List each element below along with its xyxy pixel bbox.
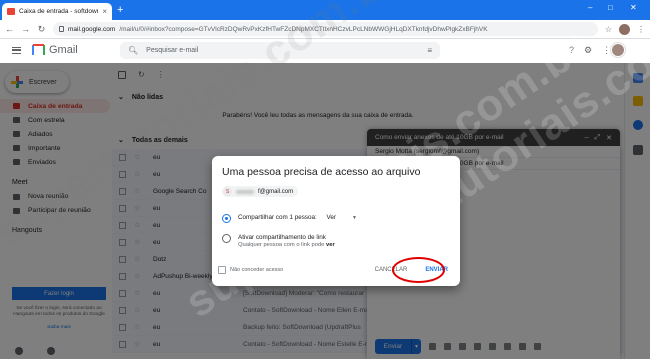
dialog-title: Uma pessoa precisa de acesso ao arquivo [222, 166, 421, 178]
main-menu-icon[interactable] [12, 47, 21, 54]
search-bar[interactable]: 🔍︎ Pesquisar e-mail ≡ [120, 42, 440, 59]
share-person-radio[interactable] [222, 214, 231, 223]
new-tab-button[interactable]: + [117, 4, 123, 16]
gmail-wordmark: Gmail [49, 44, 78, 56]
share-link-label: Ativar compartilhamento de link [238, 234, 326, 241]
permission-select[interactable]: Ver [327, 214, 336, 221]
browser-tab[interactable]: Caixa de entrada - softdownlo: × [2, 3, 112, 20]
browser-menu-icon[interactable]: ⋮ [637, 25, 645, 34]
window-minimize-button[interactable]: – [588, 3, 592, 12]
no-access-label[interactable]: Não conceder acesso [230, 267, 375, 273]
browser-tabstrip: Caixa de entrada - softdownlo: × + – □ ✕ [0, 0, 650, 20]
settings-gear-icon[interactable]: ⚙ [584, 45, 592, 56]
account-avatar[interactable] [611, 43, 625, 57]
tab-title: Caixa de entrada - softdownlo: [19, 8, 98, 15]
share-with-person-option[interactable]: Compartilhar com 1 pessoa: Ver ▼ [222, 214, 357, 223]
forward-icon[interactable]: → [21, 24, 30, 34]
share-link-sub-bold: ver [326, 242, 335, 248]
highlight-circle [392, 257, 445, 283]
search-placeholder: Pesquisar e-mail [146, 47, 199, 54]
recipient-chip: S f@gmail.com [222, 186, 299, 197]
help-icon[interactable]: ? [569, 45, 574, 56]
star-bookmark-icon[interactable]: ☆ [605, 25, 612, 34]
chevron-down-icon[interactable]: ▼ [352, 215, 357, 221]
no-access-checkbox[interactable] [218, 266, 226, 274]
address-bar[interactable]: mail.google.com/mail/u/0/#inbox?compose=… [53, 22, 598, 36]
search-icon[interactable]: 🔍︎ [128, 46, 138, 55]
tab-close-icon[interactable]: × [102, 7, 107, 16]
share-link-sub-text: Qualquer pessoa com o link pode [238, 242, 325, 248]
share-link-option[interactable]: Ativar compartilhamento de link Qualquer… [222, 234, 335, 248]
window-maximize-button[interactable]: □ [608, 3, 613, 12]
gmail-favicon-icon [7, 8, 15, 15]
search-options-icon[interactable]: ≡ [427, 46, 432, 55]
share-link-sub: Qualquer pessoa com o link pode ver [238, 242, 335, 248]
recipient-email: f@gmail.com [258, 188, 294, 195]
url-host: mail.google.com [68, 25, 116, 33]
profile-avatar[interactable] [619, 23, 630, 35]
url-path: /mail/u/0/#inbox?compose=GTvVlcRzDQwRvPx… [119, 25, 488, 33]
redacted-email-part [236, 189, 254, 194]
back-icon[interactable]: ← [5, 24, 14, 34]
reload-icon[interactable]: ↻ [37, 24, 46, 35]
lock-icon [59, 26, 64, 32]
share-link-radio[interactable] [222, 234, 231, 243]
window-close-button[interactable]: ✕ [630, 3, 637, 12]
browser-toolbar: ← → ↻ mail.google.com/mail/u/0/#inbox?co… [0, 20, 650, 39]
share-person-label: Compartilhar com 1 pessoa: [238, 214, 317, 221]
recipient-avatar: S [223, 187, 232, 196]
gmail-m-icon [32, 45, 45, 55]
gmail-logo[interactable]: Gmail [32, 44, 78, 56]
